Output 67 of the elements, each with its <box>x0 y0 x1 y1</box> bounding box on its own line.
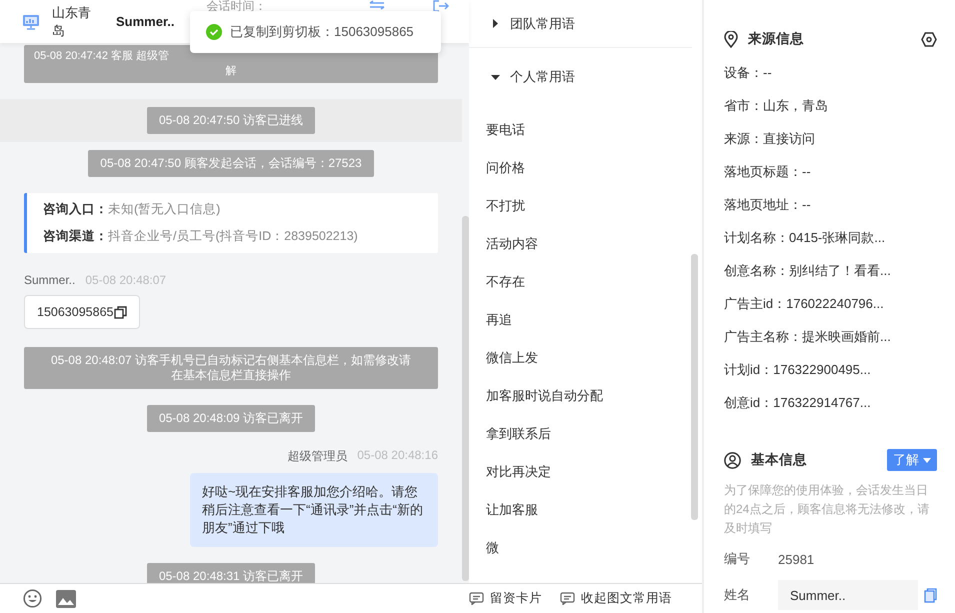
system-message: 05-08 20:48:07 访客手机号已自动标记右侧基本信息栏，如需修改请 在基本信息栏直接操作 <box>24 347 438 389</box>
phrase-item[interactable]: 拿到联系后 <box>469 415 686 453</box>
source-info-row-text: 计划名称：0415-张琳同款... <box>724 228 886 246</box>
caret-down-icon <box>491 72 500 82</box>
comment-icon <box>560 592 575 605</box>
phrase-item[interactable]: 对比再决定 <box>469 453 686 491</box>
caret-down-icon <box>923 458 931 462</box>
phrase-item[interactable]: 要电话 <box>469 111 686 149</box>
message-time: 05-08 20:48:07 <box>85 273 166 287</box>
system-message: 05-08 20:48:09 访客已离开 <box>146 405 316 432</box>
section-title: 基本信息 <box>751 451 808 469</box>
message-bubble: 好哒~现在安排客服加您介绍哈。请您稍后注意查看一下“通讯录”并点击“新的朋友”通过下哦 <box>190 473 438 547</box>
source-info-row-text: 广告主名称：提米映画婚前... <box>724 328 892 346</box>
settings-icon[interactable] <box>921 32 937 46</box>
exit-icon[interactable] <box>432 0 449 12</box>
phrase-item[interactable]: 加客服时说自动分配 <box>469 377 686 415</box>
system-message: 05-08 20:48:31 访客已离开 <box>146 563 316 583</box>
source-info-row-text: 计划id：176322900495... <box>724 360 872 378</box>
source-info-row-text: 广告主id：176022240796... <box>724 294 885 312</box>
message-time: 05-08 20:48:16 <box>357 448 438 464</box>
phone-number: 15063095865 <box>37 305 114 319</box>
image-icon[interactable] <box>56 590 76 608</box>
location-pin-icon <box>724 30 738 48</box>
phrase-item[interactable]: 微信上发 <box>469 339 686 377</box>
sender-name: 超级管理员 <box>287 448 348 465</box>
phrase-item[interactable]: 再追 <box>469 301 686 339</box>
system-message: 05-08 20:47:50 顾客发起会话，会话编号：27523 <box>88 150 374 177</box>
info-row-text: 咨询入口：未知(暂无入口信息) <box>43 201 222 218</box>
phrase-group[interactable]: 个人常用语 <box>469 60 692 94</box>
info-row-text: 咨询渠道：抖音企业号/员工号(抖音号ID：2839502213) <box>43 228 359 245</box>
phrase-item[interactable]: 不打扰 <box>469 187 686 225</box>
system-message: 05-08 20:47:50 访客已进线 <box>146 107 316 134</box>
phrase-item[interactable]: 问价格 <box>469 149 686 187</box>
phrase-group[interactable]: 团队常用语 <box>469 0 692 48</box>
copy-icon[interactable] <box>924 588 937 602</box>
source-info-row-text: 设备：-- <box>724 64 773 82</box>
source-info-row-text: 落地页地址：-- <box>724 196 812 214</box>
source-info-row-text: 落地页标题：-- <box>724 162 812 180</box>
comment-icon <box>469 592 484 605</box>
phrase-item[interactable]: 活动内容 <box>469 225 686 263</box>
user-circle-icon <box>724 452 741 468</box>
field-label: 编号 <box>724 550 751 568</box>
phrase-item[interactable]: 微 <box>469 529 686 567</box>
footer-button[interactable]: 留资卡片 <box>469 590 542 607</box>
session-time-label: 会话时间： <box>206 0 267 15</box>
sender-name: Summer.. <box>24 273 76 287</box>
source-info-row-text: 创意id：176322914767... <box>724 394 872 412</box>
monitor-icon <box>22 14 40 30</box>
footer-button[interactable]: 收起图文常用语 <box>560 590 672 607</box>
phrase-item[interactable]: 不存在 <box>469 263 686 301</box>
phrase-item[interactable]: 让加客服 <box>469 491 686 529</box>
name-field[interactable]: Summer.. <box>778 580 918 610</box>
source-info-row-text: 创意名称：别纠结了！看看... <box>724 262 892 280</box>
emoji-icon[interactable] <box>23 589 42 608</box>
copy-icon <box>114 306 128 318</box>
section-title: 来源信息 <box>748 30 805 48</box>
caret-right-icon <box>491 19 500 28</box>
field-value: 25981 <box>778 552 814 566</box>
success-icon <box>206 24 222 40</box>
visitor-location: 山东青岛 <box>52 4 92 40</box>
transfer-icon[interactable] <box>368 0 385 10</box>
source-info-row-text: 来源：直接访问 <box>724 130 816 148</box>
visitor-name: Summer.. <box>116 12 175 30</box>
source-info-row-text: 省市：山东，青岛 <box>724 96 829 114</box>
field-label: 姓名 <box>724 586 751 604</box>
notice-text: 为了保障您的使用体验，会话发生当日的24点之后，顾客信息将无法修改，请及时填写 <box>724 482 930 537</box>
toast-message: 已复制到剪切板：15063095865 <box>230 23 414 41</box>
